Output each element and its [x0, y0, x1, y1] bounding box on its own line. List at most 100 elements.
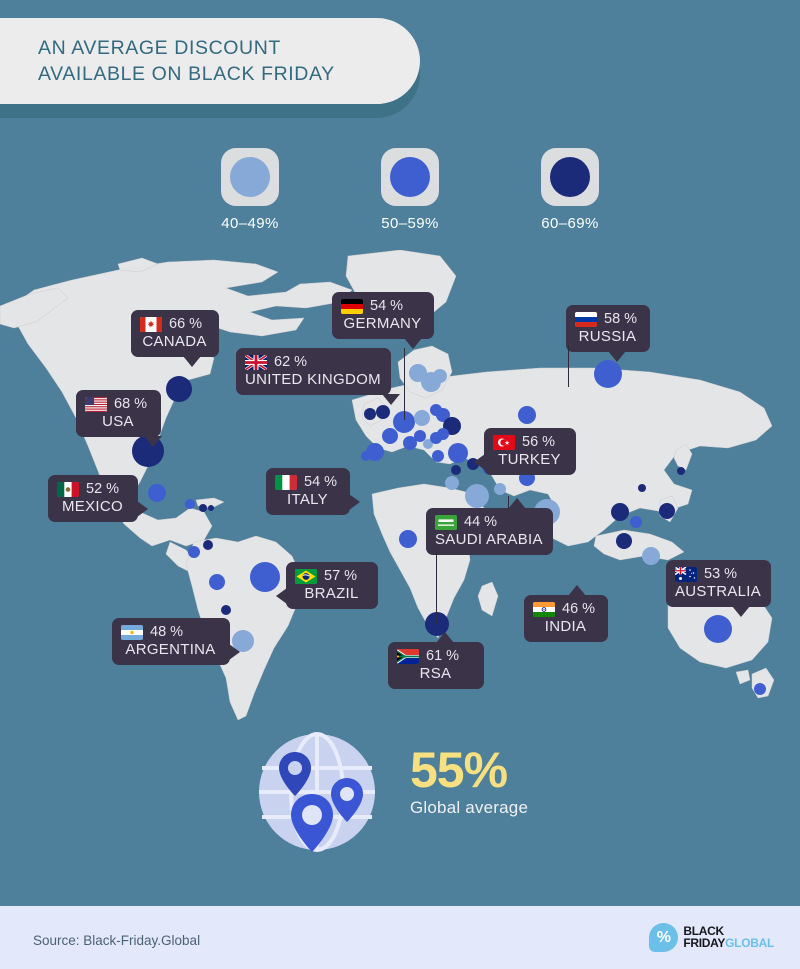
map-label-argentina[interactable]: 48 % ARGENTINA — [112, 618, 240, 665]
label-tail — [508, 498, 526, 509]
legend-color-dot — [550, 157, 590, 197]
map-dot-canada[interactable] — [166, 376, 192, 402]
footer: Source: Black-Friday.Global % BLACK FRID… — [0, 906, 800, 969]
legend-item-2: 60–69% — [510, 148, 630, 232]
source-text: Source: Black-Friday.Global — [33, 933, 201, 948]
map-dot-venezuela[interactable] — [203, 540, 213, 550]
label-country: CANADA — [142, 333, 207, 350]
global-average-caption: Global average — [410, 798, 529, 817]
map-dot-greece[interactable] — [432, 450, 444, 462]
map-dot-turkey[interactable] — [448, 443, 468, 463]
brand-logo[interactable]: % BLACK FRIDAYGLOBAL — [649, 923, 774, 952]
legend-item-0: 40–49% — [190, 148, 310, 232]
label-tail — [436, 632, 454, 643]
map-dot-thailand[interactable] — [611, 503, 629, 521]
global-average-value: 55% — [410, 742, 508, 798]
map-dot-vietnam[interactable] — [630, 516, 642, 528]
legend-color-dot — [390, 157, 430, 197]
label-tail — [349, 494, 360, 510]
label-percent: 56 % — [522, 434, 556, 450]
map-label-italy[interactable]: 54 % ITALY — [266, 468, 360, 515]
world-map: 66 % CANADA 68 % USA 52 % MEXICO 62 % UNITED KI… — [0, 250, 800, 720]
header-banner: AN AVERAGE DISCOUNT AVAILABLE ON BLACK F… — [0, 18, 420, 104]
map-dot-portugal[interactable] — [361, 451, 371, 461]
flag-gb-icon — [245, 354, 267, 370]
map-label-brazil[interactable]: 57 % BRAZIL — [276, 562, 378, 609]
map-label-united-kingdom[interactable]: 62 % UNITED KINGDOM — [236, 348, 400, 405]
label-percent: 62 % — [274, 354, 308, 370]
label-percent: 54 % — [370, 298, 404, 314]
infographic-root: 66 % CANADA 68 % USA 52 % MEXICO 62 % UNITED KI… — [0, 0, 800, 969]
logo-line2a: FRIDAY — [683, 935, 726, 950]
map-dot-finland[interactable] — [433, 369, 447, 383]
map-label-saudi-arabia[interactable]: 44 % SAUDI ARABIA — [426, 498, 553, 555]
map-label-rsa[interactable]: 61 % RSA — [388, 632, 484, 689]
map-dot-ireland[interactable] — [364, 408, 376, 420]
label-country: UNITED KINGDOM — [245, 371, 381, 388]
map-dot-peru[interactable] — [209, 574, 225, 590]
legend-label: 50–59% — [381, 215, 439, 232]
label-country: GERMANY — [343, 315, 422, 332]
legend: 40–49% 50–59% 60–69% — [190, 148, 610, 248]
flag-mx-icon — [57, 481, 79, 497]
map-dot-japan[interactable] — [677, 467, 685, 475]
map-dot-malaysia[interactable] — [642, 547, 660, 565]
map-dot-chile[interactable] — [221, 605, 231, 615]
map-dot-france[interactable] — [382, 428, 398, 444]
map-dot-china[interactable] — [638, 484, 646, 492]
map-dot-uae[interactable] — [494, 483, 506, 495]
leader-line-3 — [508, 496, 510, 508]
flag-sa-icon — [435, 514, 457, 530]
map-dot-mexico[interactable] — [148, 484, 166, 502]
map-dot-australia[interactable] — [704, 615, 732, 643]
logo-line2b: GLOBAL — [725, 935, 774, 950]
map-label-mexico[interactable]: 52 % MEXICO — [48, 475, 148, 522]
label-tail — [474, 454, 485, 470]
legend-label: 40–49% — [221, 215, 279, 232]
map-dot-romania[interactable] — [437, 428, 449, 440]
map-dot-cuba[interactable] — [185, 499, 195, 509]
map-label-canada[interactable]: 66 % CANADA — [131, 310, 219, 367]
label-country: SAUDI ARABIA — [435, 531, 543, 548]
map-label-turkey[interactable]: 56 % TURKEY — [474, 428, 576, 475]
label-country: TURKEY — [498, 451, 561, 468]
percent-bubble-icon: % — [649, 923, 679, 952]
label-percent: 68 % — [114, 396, 148, 412]
map-dot-philippines[interactable] — [659, 503, 675, 519]
map-label-australia[interactable]: 53 % AUSTRALIA — [666, 560, 772, 617]
map-dot-newzealand[interactable] — [754, 683, 766, 695]
map-dot-russia[interactable] — [594, 360, 622, 388]
map-dot-poland[interactable] — [414, 410, 430, 426]
label-percent: 44 % — [464, 514, 498, 530]
map-dot-colombia[interactable] — [188, 546, 200, 558]
legend-label: 60–69% — [541, 215, 599, 232]
label-country: RSA — [419, 665, 452, 682]
map-dot-egypt[interactable] — [445, 476, 459, 490]
label-tail — [183, 356, 201, 367]
label-percent: 48 % — [150, 624, 184, 640]
label-percent: 46 % — [562, 601, 596, 617]
label-percent: 57 % — [324, 568, 358, 584]
label-tail — [276, 588, 287, 604]
map-dot-singapore[interactable] — [616, 533, 632, 549]
map-label-germany[interactable]: 54 % GERMANY — [332, 292, 434, 349]
label-country: AUSTRALIA — [675, 583, 762, 600]
label-tail — [404, 338, 422, 349]
map-dot-uk[interactable] — [376, 405, 390, 419]
map-label-russia[interactable]: 58 % RUSSIA — [566, 305, 650, 362]
map-dot-kazakhstan[interactable] — [518, 406, 536, 424]
label-country: MEXICO — [62, 498, 123, 515]
label-country: INDIA — [544, 618, 587, 635]
map-dot-nigeria[interactable] — [399, 530, 417, 548]
map-dot-caribbean-1[interactable] — [199, 504, 207, 512]
label-tail — [568, 585, 586, 596]
map-dot-saudi[interactable] — [465, 484, 489, 508]
label-tail — [137, 501, 148, 517]
map-label-usa[interactable]: 68 % USA — [76, 390, 162, 447]
flag-ar-icon — [121, 624, 143, 640]
map-label-india[interactable]: 46 % INDIA — [524, 585, 608, 642]
logo-wordmark: BLACK FRIDAYGLOBAL — [683, 925, 774, 950]
map-dot-caribbean-2[interactable] — [208, 505, 214, 511]
map-dot-israel[interactable] — [451, 465, 461, 475]
label-percent: 61 % — [426, 648, 460, 664]
